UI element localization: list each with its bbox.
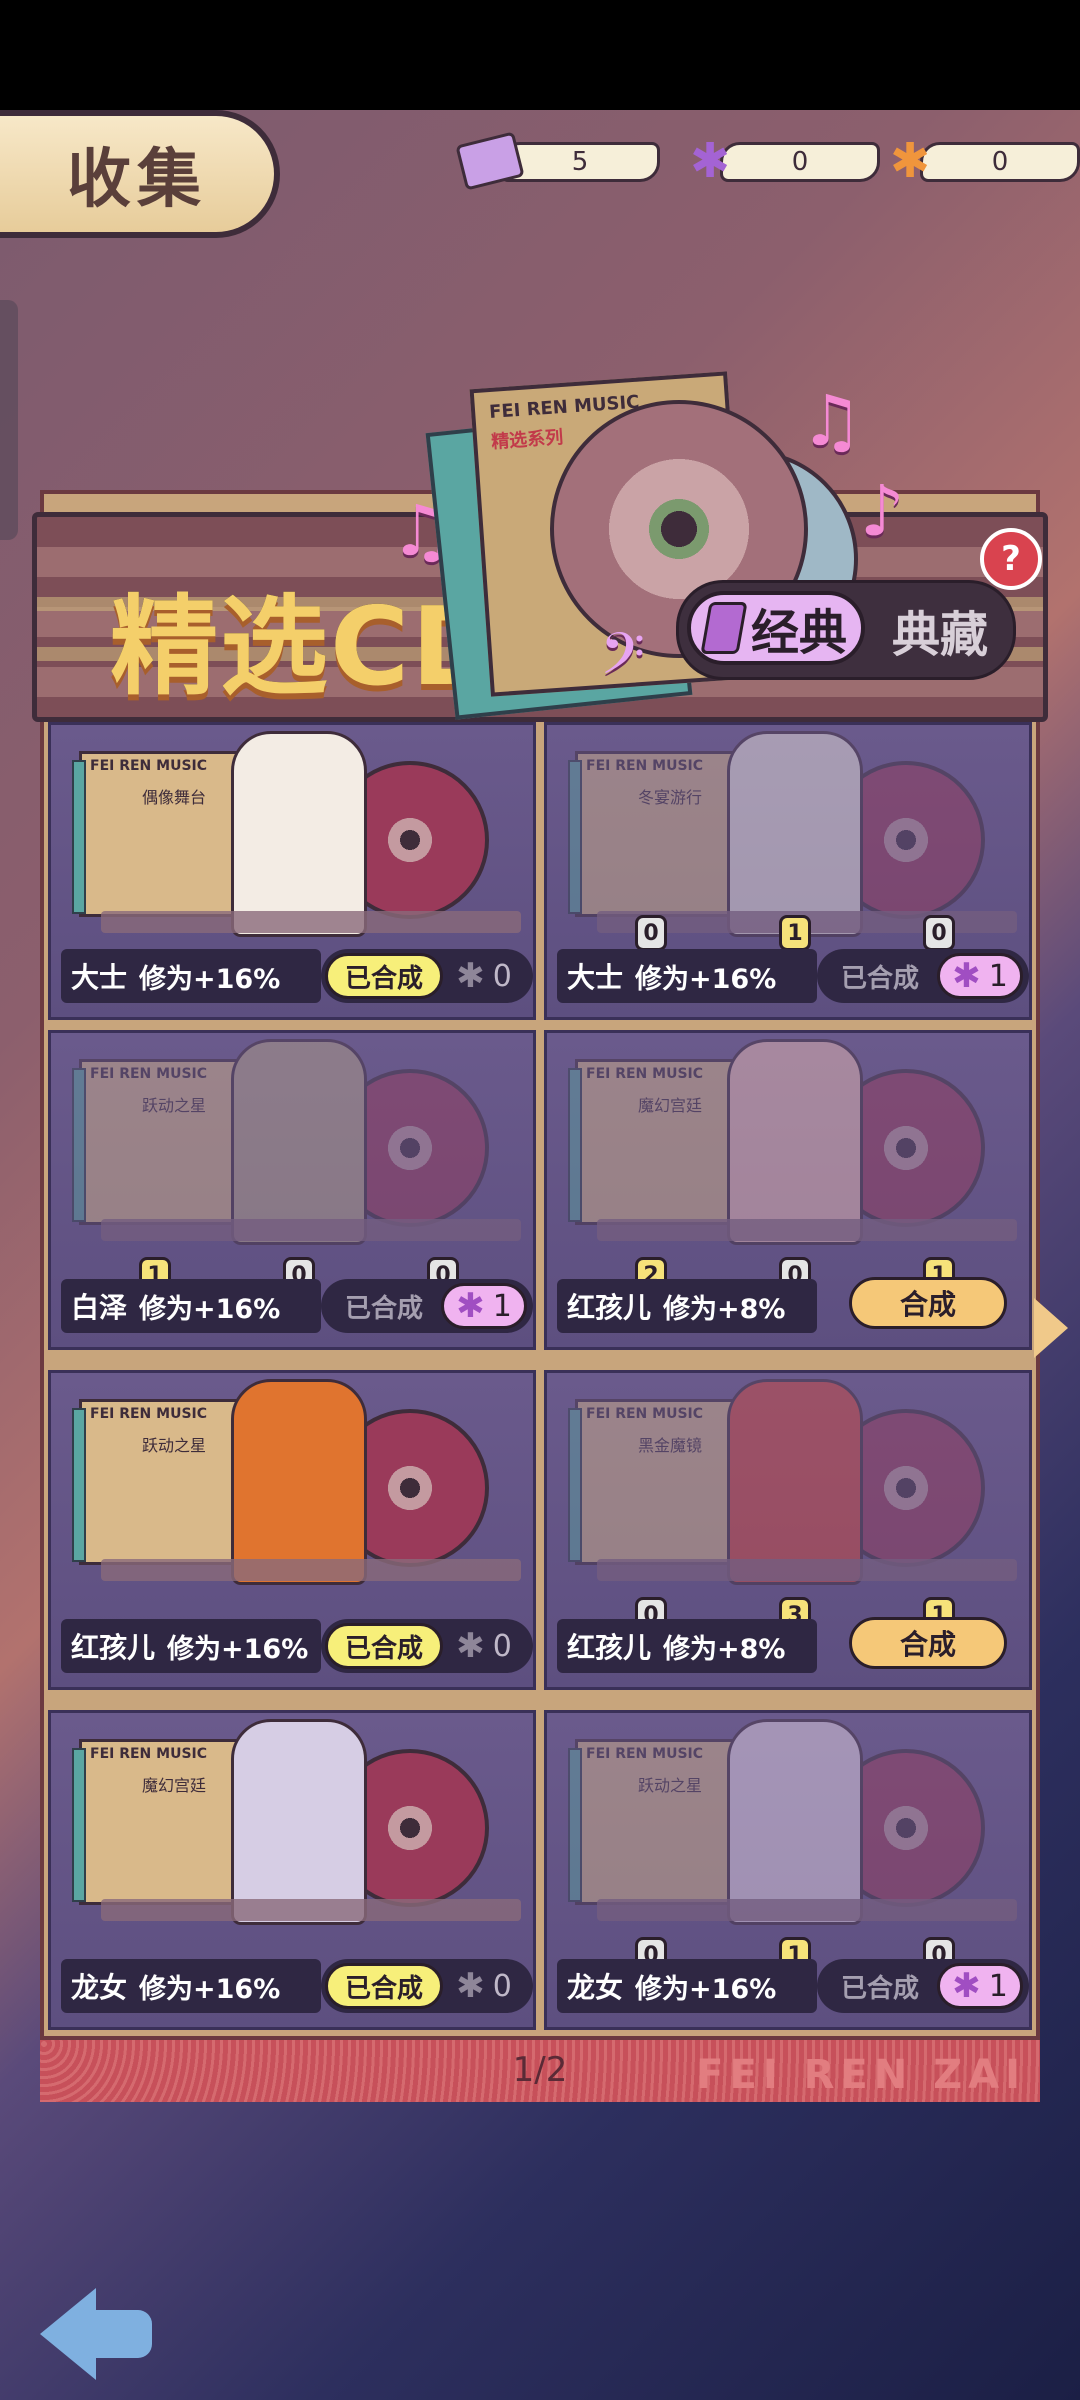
card-label: 红孩儿 修为+16% — [61, 1619, 321, 1673]
cd-art: FEI REN MUSIC 魔幻宫廷 — [61, 1719, 531, 1939]
card-status: 已合成 ✱ 0 — [321, 1619, 533, 1673]
purple-piece-count: 0 — [720, 142, 880, 182]
card-label: 红孩儿 修为+8% — [557, 1279, 817, 1333]
cd-card[interactable]: FEI REN MUSIC 魔幻宫廷 2 0 1 红孩儿 修为+8% 合成 — [544, 1030, 1032, 1350]
card-status: 已合成 ✱ 1 — [817, 1959, 1029, 2013]
cd-category-toggle[interactable]: 经典 典藏 — [676, 580, 1016, 680]
synthesized-badge: 已合成 — [344, 1293, 423, 1324]
card-status: 已合成 ✱ 1 — [817, 949, 1029, 1003]
cd-art: FEI REN MUSIC 偶像舞台 — [61, 731, 531, 951]
collection-tab[interactable]: 收集 — [0, 110, 280, 238]
cd-art: FEI REN MUSIC 跃动之星 — [61, 1379, 531, 1599]
orange-piece-count: 0 — [920, 142, 1080, 182]
cd-card[interactable]: FEI REN MUSIC 跃动之星 0 1 0 龙女 修为+16% 已合成 ✱ 1 — [544, 1710, 1032, 2030]
side-drawer-handle[interactable] — [0, 300, 18, 540]
puzzle-icon: ✱ — [952, 1966, 981, 2006]
piece-count: ✱ 1 — [441, 1283, 527, 1329]
cd-card[interactable]: FEI REN MUSIC 冬宴游行 0 1 0 大士 修为+16% 已合成 ✱ 1 — [544, 722, 1032, 1020]
back-button[interactable] — [40, 2280, 160, 2380]
cd-card[interactable]: FEI REN MUSIC 偶像舞台 大士 修为+16% 已合成 ✱ 0 — [48, 722, 536, 1020]
synthesized-badge: 已合成 — [325, 1963, 443, 2009]
card-status: 已合成 ✱ 0 — [321, 1959, 533, 2013]
card-status: 已合成 ✱ 0 — [321, 949, 533, 1003]
puzzle-orange-icon: ✱ — [889, 133, 931, 189]
piece-count: ✱ 0 — [456, 1966, 512, 2006]
synthesized-badge: 已合成 — [840, 963, 919, 994]
tab-classic[interactable]: 经典 — [687, 591, 865, 665]
puzzle-icon: ✱ — [952, 956, 981, 996]
ticket-icon — [455, 131, 525, 191]
cd-card[interactable]: FEI REN MUSIC 黑金魔镜 0 3 1 红孩儿 修为+8% 合成 — [544, 1370, 1032, 1690]
cd-card[interactable]: FEI REN MUSIC 跃动之星 1 0 0 白泽 修为+16% 已合成 ✱ 1 — [48, 1030, 536, 1350]
pagination-bar: 1/2 FEI REN ZAI — [40, 2036, 1040, 2102]
bass-clef-icon: 𝄢 — [600, 620, 646, 702]
cd-card[interactable]: FEI REN MUSIC 跃动之星 红孩儿 修为+16% 已合成 ✱ 0 — [48, 1370, 536, 1690]
cd-icon — [700, 602, 748, 654]
currency-orange-pieces[interactable]: ✱ 0 — [880, 133, 1080, 189]
next-page-arrow-icon[interactable] — [1034, 1298, 1068, 1358]
music-note-icon: ♪ — [860, 470, 905, 552]
cd-art: FEI REN MUSIC 跃动之星 — [557, 1719, 1027, 1939]
help-button[interactable]: ? — [980, 528, 1042, 590]
synthesize-button[interactable]: 合成 — [849, 1277, 1007, 1329]
brand-watermark: FEI REN ZAI — [696, 2052, 1026, 2098]
back-arrow-icon — [40, 2288, 96, 2380]
synthesize-button[interactable]: 合成 — [849, 1617, 1007, 1669]
tab-collector[interactable]: 典藏 — [875, 583, 1005, 677]
puzzle-icon: ✱ — [456, 1286, 485, 1326]
page-title: 收集 — [67, 143, 207, 217]
synthesized-badge: 已合成 — [325, 1623, 443, 1669]
card-label: 龙女 修为+16% — [61, 1959, 321, 2013]
piece-count: ✱ 1 — [937, 1963, 1023, 2009]
card-label: 大士 修为+16% — [61, 949, 321, 1003]
currency-tickets[interactable]: 5 — [455, 131, 660, 191]
cd-card[interactable]: FEI REN MUSIC 魔幻宫廷 龙女 修为+16% 已合成 ✱ 0 — [48, 1710, 536, 2030]
piece-count: ✱ 0 — [456, 1626, 512, 1666]
card-label: 龙女 修为+16% — [557, 1959, 817, 2013]
puzzle-icon: ✱ — [456, 1966, 485, 2006]
puzzle-icon: ✱ — [456, 956, 485, 996]
cd-art: FEI REN MUSIC 魔幻宫廷 — [557, 1039, 1027, 1259]
card-label: 红孩儿 修为+8% — [557, 1619, 817, 1673]
cd-sublabel: 精选系列 — [490, 426, 564, 453]
cd-art: FEI REN MUSIC 黑金魔镜 — [557, 1379, 1027, 1599]
card-label: 白泽 修为+16% — [61, 1279, 321, 1333]
status-bar — [0, 0, 1080, 110]
currency-purple-pieces[interactable]: ✱ 0 — [680, 133, 880, 189]
piece-count: ✱ 0 — [456, 956, 512, 996]
card-status: 已合成 ✱ 1 — [321, 1279, 533, 1333]
puzzle-icon: ✱ — [456, 1626, 485, 1666]
cd-art: FEI REN MUSIC 跃动之星 — [61, 1039, 531, 1259]
ticket-count: 5 — [500, 142, 660, 182]
puzzle-purple-icon: ✱ — [689, 133, 731, 189]
piece-count: ✱ 1 — [937, 953, 1023, 999]
synthesized-badge: 已合成 — [325, 953, 443, 999]
synthesized-badge: 已合成 — [840, 1973, 919, 2004]
card-label: 大士 修为+16% — [557, 949, 817, 1003]
